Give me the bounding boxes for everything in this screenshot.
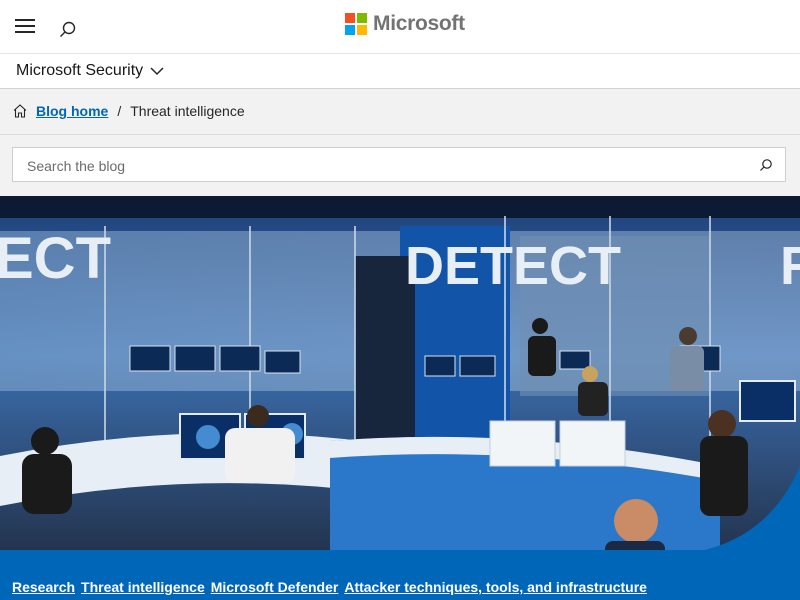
breadcrumb-blog-home-link[interactable]: Blog home [36, 103, 108, 119]
breadcrumb-separator: / [117, 103, 122, 119]
breadcrumb-current: Threat intelligence [130, 103, 245, 119]
hero-sign-left: ECT [0, 226, 111, 291]
search-icon[interactable] [58, 20, 78, 40]
divider [0, 134, 800, 135]
microsoft-logo-icon [345, 13, 367, 35]
hero-sign-right: R [780, 236, 800, 296]
hamburger-menu-icon[interactable] [15, 17, 37, 33]
chevron-down-icon[interactable] [150, 66, 164, 76]
tag-attacker-techniques[interactable]: Attacker techniques, tools, and infrastr… [344, 579, 647, 595]
site-header: Microsoft [0, 0, 800, 54]
search-button-icon[interactable] [759, 158, 773, 172]
hero-sign-center: DETECT [405, 236, 621, 296]
tag-threat-intelligence[interactable]: Threat intelligence [81, 579, 205, 595]
breadcrumb: Blog home / Threat intelligence [12, 103, 245, 119]
tag-list: Research Threat intelligence Microsoft D… [12, 579, 647, 595]
tag-microsoft-defender[interactable]: Microsoft Defender [211, 579, 339, 595]
product-bar: Microsoft Security [0, 54, 800, 89]
logo-text: Microsoft [373, 12, 465, 35]
hero-photo: ECT DETECT R [0, 196, 800, 551]
blog-search-box [12, 147, 786, 183]
home-icon [13, 104, 27, 118]
breadcrumb-section: Blog home / Threat intelligence [0, 89, 800, 196]
blog-search-input[interactable] [25, 148, 749, 183]
tag-bar: Research Threat intelligence Microsoft D… [0, 550, 800, 600]
microsoft-logo[interactable]: Microsoft [345, 12, 465, 36]
hero-image: ECT DETECT R [0, 196, 800, 551]
product-title[interactable]: Microsoft Security [16, 62, 143, 80]
tag-research[interactable]: Research [12, 579, 75, 595]
